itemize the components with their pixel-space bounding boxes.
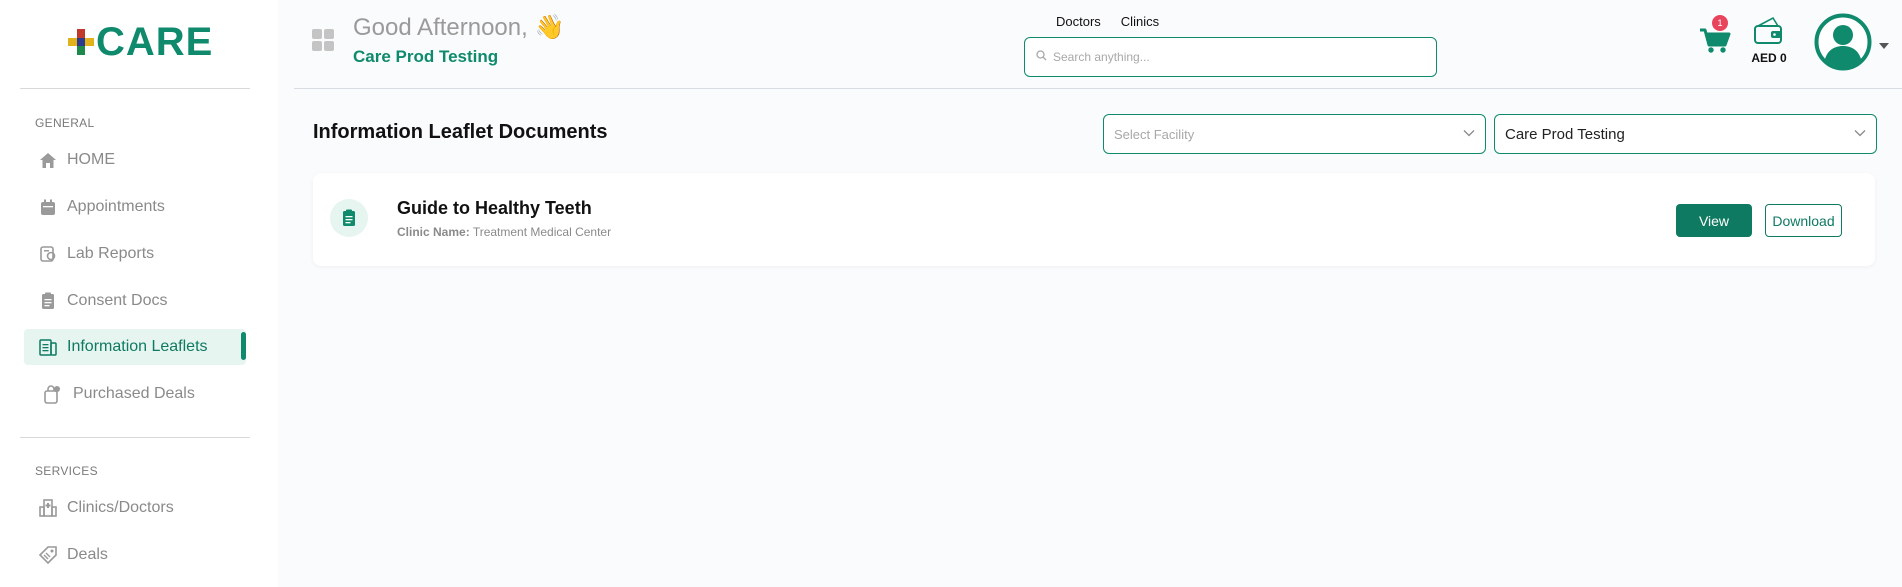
sidebar-item-lab-reports[interactable]: Lab Reports bbox=[24, 236, 246, 272]
page-title: Information Leaflet Documents bbox=[313, 121, 608, 143]
document-card: Guide to Healthy Teeth Clinic Name: Trea… bbox=[313, 173, 1875, 266]
download-button[interactable]: Download bbox=[1765, 204, 1842, 237]
user-avatar[interactable] bbox=[1814, 13, 1872, 71]
sidebar-item-label: Appointments bbox=[67, 198, 165, 215]
deals-bag-icon bbox=[42, 384, 62, 404]
document-clinic: Clinic Name: Treatment Medical Center bbox=[397, 225, 611, 239]
wallet-icon[interactable] bbox=[1753, 16, 1783, 46]
section-label-services: SERVICES bbox=[35, 464, 98, 478]
sidebar-item-appointments[interactable]: Appointments bbox=[24, 189, 246, 225]
sidebar: CARE GENERAL HOME Appointments Lab Repor… bbox=[0, 0, 278, 587]
lab-icon bbox=[38, 244, 58, 264]
calendar-icon bbox=[38, 197, 58, 217]
sidebar-divider bbox=[20, 88, 250, 89]
section-label-general: GENERAL bbox=[35, 116, 95, 130]
wallet-balance: AED 0 bbox=[1751, 51, 1787, 65]
sidebar-item-label: Deals bbox=[67, 546, 108, 563]
organization-name: Care Prod Testing bbox=[353, 47, 499, 66]
clipboard-icon bbox=[38, 291, 58, 311]
clinic-name-value: Treatment Medical Center bbox=[472, 225, 612, 239]
user-avatar-icon bbox=[1814, 13, 1872, 71]
tab-clinics[interactable]: Clinics bbox=[1121, 14, 1159, 29]
document-icon bbox=[330, 199, 368, 237]
sidebar-item-label: Information Leaflets bbox=[67, 338, 208, 355]
document-title: Guide to Healthy Teeth bbox=[397, 198, 592, 218]
care-logo[interactable]: CARE bbox=[68, 22, 213, 62]
top-header: Good Afternoon, 👋 Care Prod Testing Doct… bbox=[294, 0, 1902, 89]
sidebar-item-consent-docs[interactable]: Consent Docs bbox=[24, 283, 246, 319]
facility-select[interactable]: Select Facility bbox=[1103, 114, 1486, 154]
sidebar-item-label: HOME bbox=[67, 151, 115, 168]
search-tabs: Doctors Clinics bbox=[1056, 14, 1159, 29]
sidebar-item-purchased-deals[interactable]: Purchased Deals bbox=[24, 376, 246, 412]
sidebar-divider bbox=[20, 437, 250, 438]
facility-select-placeholder: Select Facility bbox=[1114, 126, 1195, 142]
greeting-text: Good Afternoon, 👋 bbox=[353, 14, 565, 41]
apps-grid-icon[interactable] bbox=[312, 29, 334, 51]
building-icon bbox=[38, 498, 58, 518]
sidebar-item-label: Clinics/Doctors bbox=[67, 499, 174, 516]
organization-select[interactable]: Care Prod Testing bbox=[1494, 114, 1877, 154]
organization-select-value: Care Prod Testing bbox=[1505, 125, 1625, 143]
search-icon bbox=[1036, 48, 1047, 66]
sidebar-item-deals[interactable]: Deals bbox=[24, 537, 246, 573]
sidebar-item-clinics-doctors[interactable]: Clinics/Doctors bbox=[24, 490, 246, 526]
cart-count-badge: 1 bbox=[1712, 15, 1728, 31]
search-box bbox=[1024, 37, 1437, 77]
chevron-down-icon bbox=[1463, 130, 1475, 137]
tag-icon bbox=[38, 545, 58, 565]
sidebar-item-label: Consent Docs bbox=[67, 292, 168, 309]
logo-text: CARE bbox=[96, 20, 214, 64]
active-indicator bbox=[241, 332, 246, 360]
sidebar-item-home[interactable]: HOME bbox=[24, 142, 246, 178]
sidebar-item-label: Purchased Deals bbox=[73, 385, 195, 402]
search-input[interactable] bbox=[1053, 50, 1413, 64]
sidebar-item-label: Lab Reports bbox=[67, 245, 155, 262]
chevron-down-icon[interactable] bbox=[1878, 37, 1890, 49]
tab-doctors[interactable]: Doctors bbox=[1056, 14, 1101, 29]
chevron-down-icon bbox=[1854, 130, 1866, 137]
cart-button[interactable]: 1 bbox=[1698, 15, 1734, 58]
home-icon bbox=[38, 150, 58, 170]
leaflet-icon bbox=[38, 337, 58, 357]
sidebar-item-information-leaflets[interactable]: Information Leaflets bbox=[24, 329, 246, 365]
medical-cross-icon bbox=[68, 29, 94, 55]
clinic-name-label: Clinic Name: bbox=[397, 225, 470, 239]
view-button[interactable]: View bbox=[1676, 204, 1752, 237]
